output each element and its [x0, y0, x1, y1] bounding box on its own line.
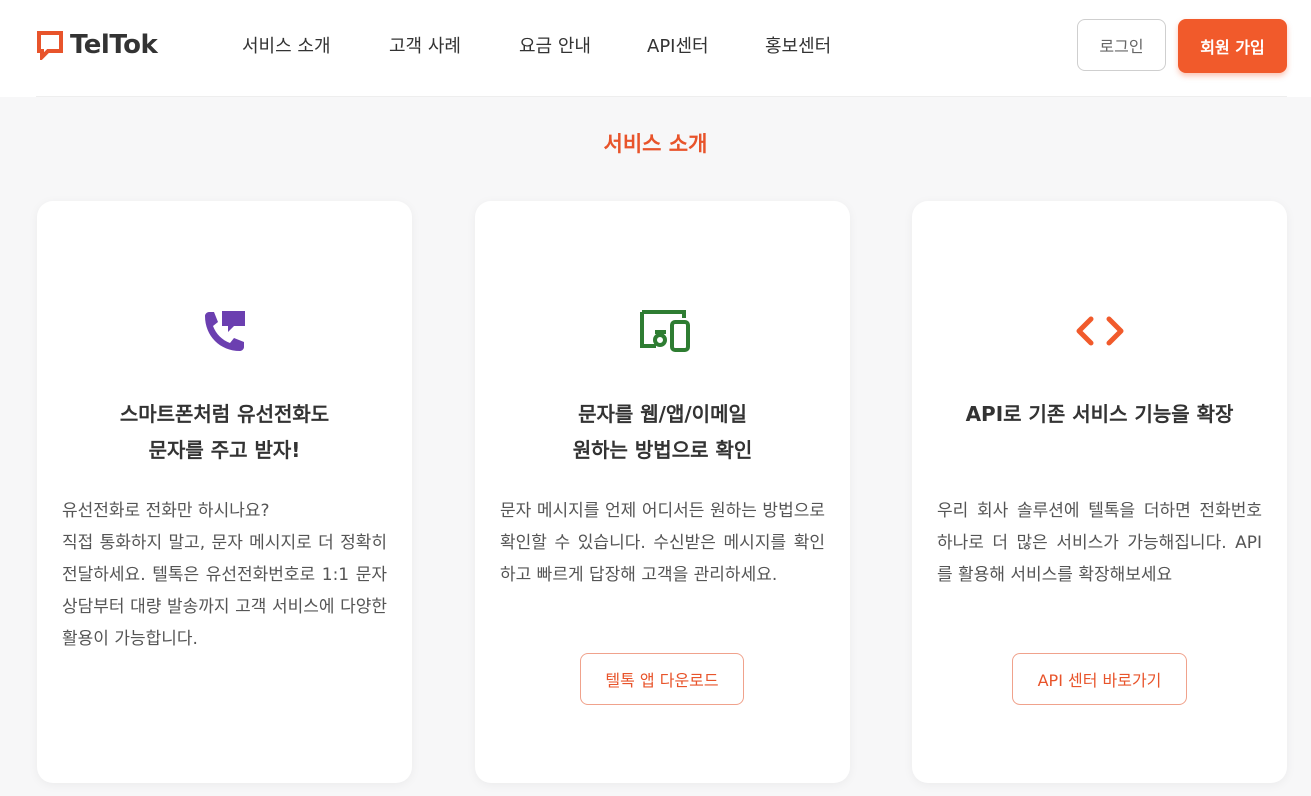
nav-item-pricing[interactable]: 요금 안내 — [519, 32, 591, 58]
card-title-line: 문자를 주고 받자! — [148, 438, 301, 462]
login-button[interactable]: 로그인 — [1077, 19, 1166, 71]
app-download-button[interactable]: 텔톡 앱 다운로드 — [580, 653, 744, 705]
card-title-line: 원하는 방법으로 확인 — [572, 438, 753, 462]
section-title: 서비스 소개 — [603, 132, 708, 156]
card-title-line: 문자를 웹/앱/이메일 — [578, 402, 747, 426]
card-description: 유선전화로 전화만 하시나요? 직접 통화하지 말고, 문자 메시지로 더 정확… — [62, 501, 387, 649]
card-description: 우리 회사 솔루션에 텔톡을 더하면 전화번호 하나로 더 많은 서비스가 가능… — [937, 501, 1262, 585]
card-title: 스마트폰처럼 유선전화도 문자를 주고 받자! — [57, 396, 392, 468]
phone-message-icon — [204, 311, 245, 351]
nav-item-pr-center[interactable]: 홍보센터 — [765, 32, 831, 58]
header: TelTok 서비스 소개 고객 사례 요금 안내 API센터 홍보센터 로그인… — [0, 0, 1311, 97]
api-center-button[interactable]: API 센터 바로가기 — [1012, 653, 1187, 705]
service-card-api: API로 기존 서비스 기능을 확장 우리 회사 솔루션에 텔톡을 더하면 전화… — [912, 201, 1287, 783]
service-card-web-app-email: 문자를 웹/앱/이메일 원하는 방법으로 확인 문자 메시지를 언제 어디서든 … — [475, 201, 850, 783]
card-title-line: API로 기존 서비스 기능을 확장 — [965, 402, 1234, 426]
card-title: 문자를 웹/앱/이메일 원하는 방법으로 확인 — [495, 396, 830, 468]
service-card-sms-landline: 스마트폰처럼 유선전화도 문자를 주고 받자! 유선전화로 전화만 하시나요? … — [37, 201, 412, 783]
nav-item-api-center[interactable]: API센터 — [647, 32, 709, 58]
signup-button[interactable]: 회원 가입 — [1178, 19, 1287, 73]
logo-text: TelTok — [70, 30, 158, 60]
card-title-line: 스마트폰처럼 유선전화도 — [119, 402, 330, 426]
card-description: 문자 메시지를 언제 어디서든 원하는 방법으로 확인할 수 있습니다. 수신받… — [500, 501, 825, 585]
card-title: API로 기존 서비스 기능을 확장 — [932, 396, 1267, 432]
header-divider — [36, 96, 1287, 97]
devices-icon — [639, 310, 690, 352]
nav-item-customer-cases[interactable]: 고객 사례 — [389, 32, 461, 58]
nav-item-service-intro[interactable]: 서비스 소개 — [242, 32, 331, 58]
chat-bubble-logo-icon — [37, 31, 63, 60]
logo[interactable]: TelTok — [36, 28, 158, 62]
code-icon — [1076, 316, 1123, 346]
